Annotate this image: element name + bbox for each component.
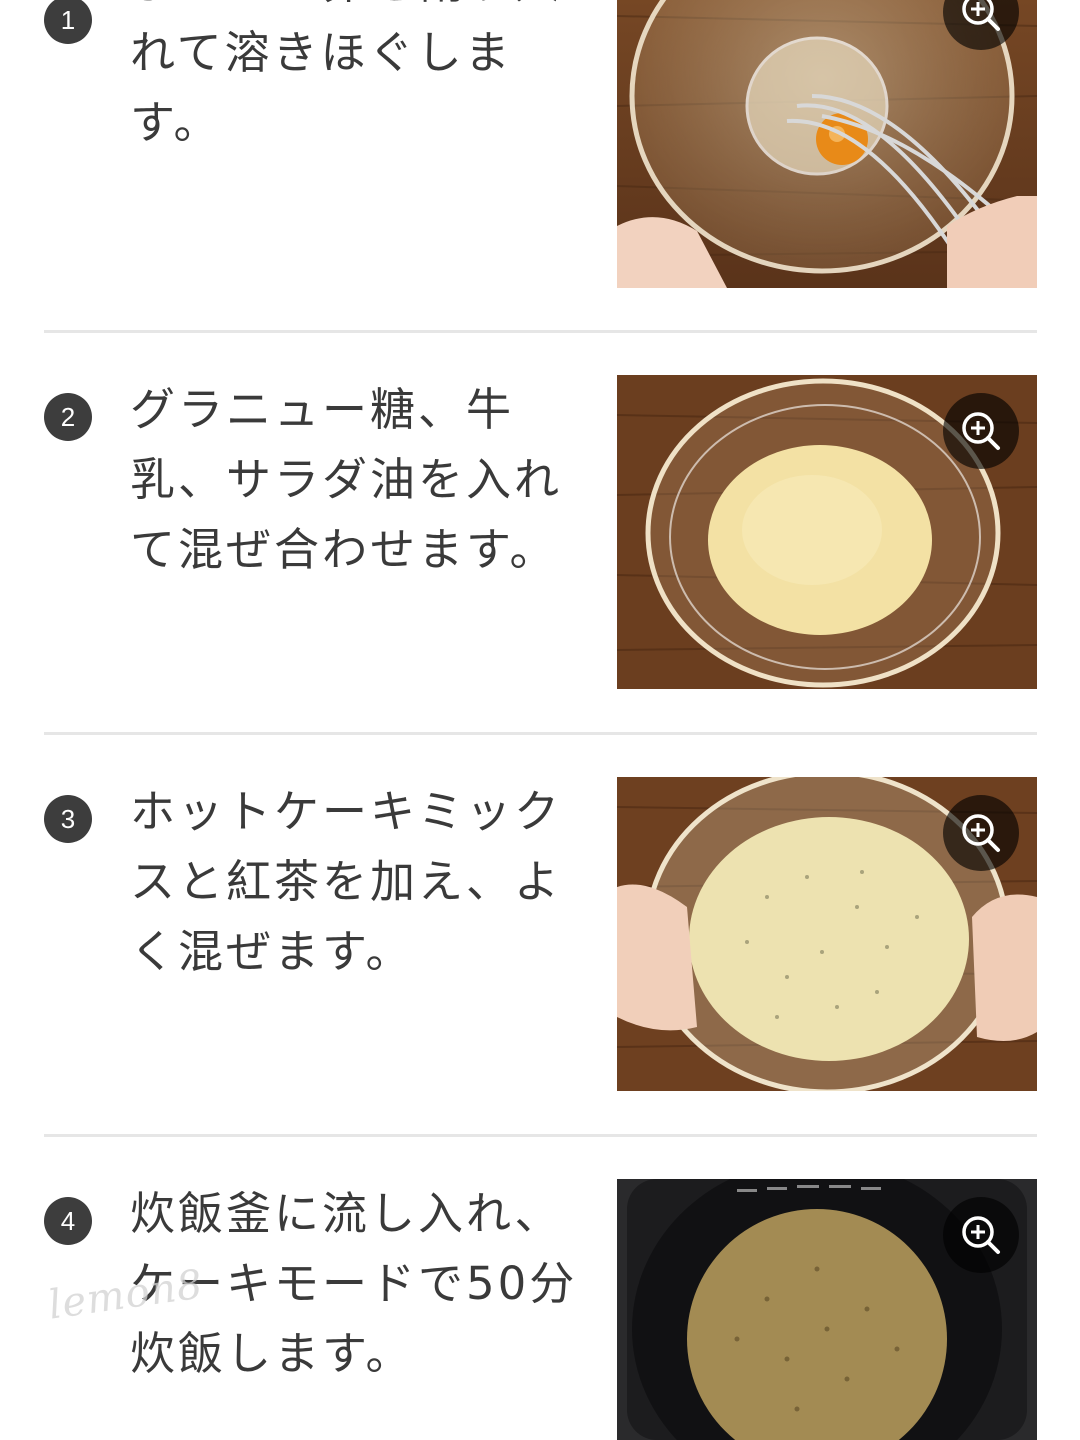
step-number-badge: 2 bbox=[44, 393, 92, 441]
zoom-in-icon bbox=[962, 814, 1000, 852]
zoom-in-icon bbox=[962, 412, 1000, 450]
step-photo[interactable] bbox=[617, 0, 1037, 288]
step-instruction-text: グラニュー糖、牛乳、サラダ油を入れて混ぜ合わせます。 bbox=[130, 383, 563, 576]
step-divider bbox=[44, 330, 1037, 333]
zoom-in-button[interactable] bbox=[943, 0, 1019, 50]
step-instruction-text: ホットケーキミックスと紅茶を加え、よく混ぜます。 bbox=[130, 785, 563, 978]
step-divider bbox=[44, 732, 1037, 735]
step-divider bbox=[44, 1134, 1037, 1137]
step-number-badge: 3 bbox=[44, 795, 92, 843]
zoom-in-button[interactable] bbox=[943, 393, 1019, 469]
step-number-badge: 1 bbox=[44, 0, 92, 44]
step-photo[interactable] bbox=[617, 375, 1037, 689]
step-photo[interactable] bbox=[617, 1179, 1037, 1440]
zoom-in-icon bbox=[962, 1216, 1000, 1254]
zoom-in-icon bbox=[962, 0, 1000, 31]
recipe-steps-page: 1 ボウルに卵を割り入れて溶きほぐします。 bbox=[0, 0, 1080, 1440]
step-instruction-text: 炊飯釜に流し入れ、ケーキモードで50分炊飯します。 bbox=[130, 1187, 578, 1380]
step-photo[interactable] bbox=[617, 777, 1037, 1091]
step-instruction-text: ボウルに卵を割り入れて溶きほぐします。 bbox=[130, 0, 559, 149]
zoom-in-button[interactable] bbox=[943, 795, 1019, 871]
zoom-in-button[interactable] bbox=[943, 1197, 1019, 1273]
step-number-badge: 4 bbox=[44, 1197, 92, 1245]
